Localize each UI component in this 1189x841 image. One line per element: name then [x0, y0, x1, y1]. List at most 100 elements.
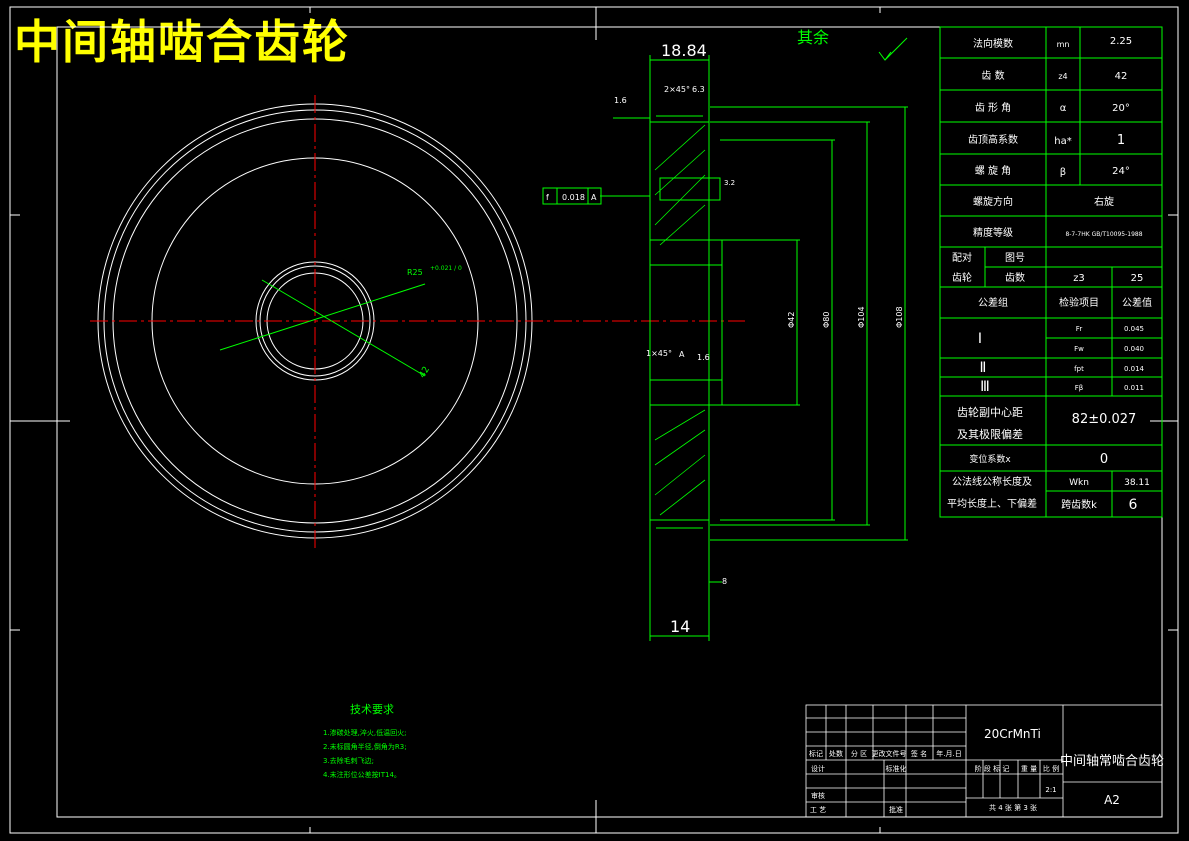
roughness-bottom: 1.6 [697, 353, 710, 362]
tol-sym: Fw [1074, 345, 1084, 353]
mating-label2: 齿轮 [952, 271, 972, 284]
geo-tol-val: 0.018 [562, 193, 585, 202]
wkn-sym: Wkn [1069, 478, 1089, 488]
tol-group: Ⅰ [978, 331, 982, 347]
roughness-slot: 3.2 [724, 179, 735, 187]
param-name: 齿 形 角 [975, 102, 1011, 114]
technical-requirements: 技术要求 1.渗碳处理,淬火,低温回火; 2.未标圆角半径,倒角为R3; 3.去… [323, 703, 407, 779]
param-val: 1 [1117, 133, 1125, 148]
hdr-cell: 年.月.日 [936, 749, 961, 758]
wkn-teeth-label: 跨齿数k [1061, 498, 1097, 511]
hdr-cell: 处数 [829, 749, 843, 758]
param-name: 精度等级 [973, 226, 1013, 239]
sheets: 共 4 张 第 3 张 [989, 803, 1037, 812]
param-sym: α [1060, 103, 1067, 114]
stage-hdr: 重 量 [1021, 765, 1037, 773]
param-name: 齿顶高系数 [968, 133, 1018, 146]
gear-front-view: R25 +0.021 / 0 42 [90, 95, 745, 548]
material: 20CrMnTi [984, 727, 1041, 741]
mating-label1: 配对 [952, 251, 972, 264]
wkn-teeth: 6 [1129, 497, 1138, 513]
tol-val: 0.014 [1124, 365, 1145, 373]
part-name: 中间轴常啮合齿轮 [1060, 754, 1164, 769]
small-dim: 8 [722, 577, 727, 586]
roughness-left: 1.6 [614, 96, 627, 105]
hdr-cell: 更改文件号 [872, 749, 907, 758]
param-sym: z4 [1058, 72, 1067, 81]
tol-head-group: 公差组 [978, 296, 1008, 309]
param-val: 24° [1112, 166, 1130, 177]
tol-sym: Fr [1076, 325, 1083, 333]
chamfer-r-dim: 6.3 [692, 85, 705, 94]
param-name: 法向模数 [973, 37, 1013, 50]
tol-group: Ⅱ [980, 360, 987, 376]
param-val: 右旋 [1094, 195, 1114, 208]
center-dist-label2: 及其极限偏差 [957, 427, 1023, 441]
wkn-val: 38.11 [1124, 478, 1150, 488]
gear-section-view [542, 37, 908, 641]
param-val: 20° [1112, 103, 1130, 114]
mating-col1: 图号 [1005, 252, 1025, 264]
hdr-cell: 分 区 [851, 749, 867, 758]
chamfer-dim: 2×45° [664, 85, 690, 94]
wkn-label2: 平均长度上、下偏差 [947, 497, 1037, 510]
geo-tol-sym: f [546, 193, 549, 202]
engineering-drawing: R25 +0.021 / 0 42 18.84 2×45° 6.3 1.6 3.… [9, 6, 1179, 834]
shift-val: 0 [1100, 452, 1108, 467]
tol-group: Ⅲ [980, 379, 990, 395]
tech-heading: 技术要求 [350, 703, 394, 716]
top-width-dim: 18.84 [661, 41, 707, 60]
tech-item: 2.未标圆角半径,倒角为R3; [323, 742, 407, 751]
tech-item: 4.未注形位公差按IT14。 [323, 770, 401, 779]
param-val: 2.25 [1110, 36, 1132, 47]
sheet-size: A2 [1104, 793, 1120, 807]
dia-42: Φ42 [787, 312, 796, 328]
hdr-cell: 签 名 [911, 749, 927, 758]
datum-a: A [679, 350, 685, 359]
dia-80: Φ80 [822, 312, 831, 328]
param-name: 螺 旋 角 [975, 164, 1011, 177]
approve-label: 批准 [889, 805, 903, 814]
scale: 2:1 [1045, 786, 1056, 794]
param-sym: ha* [1054, 136, 1071, 147]
mating-sym: z3 [1073, 273, 1085, 284]
tol-sym: fpt [1074, 365, 1084, 373]
mating-col2: 齿数 [1005, 271, 1025, 284]
stage-hdr: 比 例 [1043, 764, 1059, 773]
shift-label: 变位系数x [969, 453, 1011, 465]
wkn-label1: 公法线公称长度及 [952, 475, 1032, 488]
chamfer-bottom: 1×45° [646, 349, 672, 358]
dia-108: Φ108 [895, 306, 904, 328]
surface-note: 其余 [797, 28, 829, 47]
param-sym: β [1060, 167, 1066, 178]
bore-dim-label: 42 [418, 365, 432, 380]
geo-tol-datum: A [591, 193, 597, 202]
design-label: 设计 [811, 764, 825, 773]
tech-item: 3.去除毛刺飞边; [323, 756, 374, 765]
tech-item: 1.渗碳处理,淬火,低温回火; [323, 728, 407, 737]
gear-parameter-table [939, 26, 1163, 518]
param-sym: mn [1057, 40, 1070, 49]
param-val: 8-7-7HK GB/T10095-1988 [1065, 231, 1142, 238]
review-label: 审核 [811, 791, 825, 800]
param-name: 螺旋方向 [973, 195, 1013, 208]
dia-104: Φ104 [857, 306, 866, 328]
center-dist-label1: 齿轮副中心距 [957, 405, 1023, 419]
bottom-width-dim: 14 [670, 617, 690, 636]
section-labels: 18.84 2×45° 6.3 1.6 3.2 f 0.018 A 1×45° … [546, 28, 904, 636]
param-name: 齿 数 [981, 69, 1004, 82]
tol-head-item: 检验项目 [1059, 296, 1099, 309]
bore-tolerance-label: +0.021 / 0 [430, 265, 462, 272]
parameter-table-text: 法向模数 mn 2.25 齿 数 z4 42 齿 形 角 α 20° 齿顶高系数… [947, 36, 1152, 513]
std-label: 标准化 [886, 764, 907, 773]
title-block-text: 20CrMnTi 中间轴常啮合齿轮 A2 2:1 标记 处数 分 区 更改文件号… [809, 727, 1164, 814]
stage-hdr: 阶 段 标 记 [975, 764, 1010, 773]
bore-radius-label: R25 [407, 268, 423, 277]
tol-sym: Fβ [1075, 384, 1084, 392]
mating-val: 25 [1131, 273, 1144, 284]
tol-val: 0.040 [1124, 345, 1144, 353]
process-label: 工 艺 [810, 806, 826, 814]
tol-val: 0.011 [1124, 384, 1144, 392]
param-val: 42 [1115, 71, 1128, 82]
tol-val: 0.045 [1124, 325, 1144, 333]
